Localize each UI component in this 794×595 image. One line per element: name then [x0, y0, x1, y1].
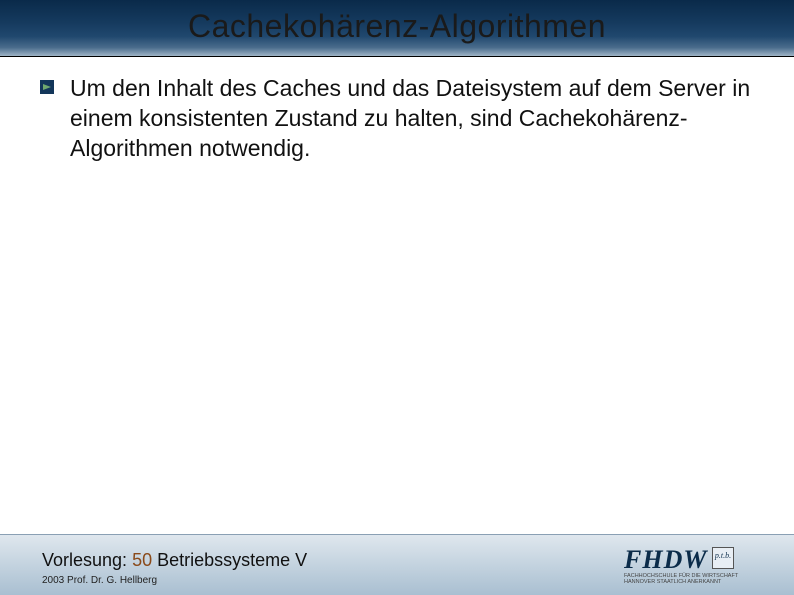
bullet-icon: [40, 80, 54, 94]
bullet-text: Um den Inhalt des Caches und das Dateisy…: [70, 74, 764, 164]
lecture-title: Betriebssysteme V: [157, 550, 307, 570]
footer-copyright: 2003 Prof. Dr. G. Hellberg: [42, 575, 157, 586]
footer-logo: FHDW p.t.b. FACHHOCHSCHULE FÜR DIE WIRTS…: [624, 543, 774, 589]
slide: Cachekohärenz-Algorithmen Um den Inhalt …: [0, 0, 794, 595]
logo-square: p.t.b.: [712, 547, 734, 569]
lecture-label: Vorlesung:: [42, 550, 127, 570]
logo-text: FHDW: [624, 545, 707, 575]
bullet-item: Um den Inhalt des Caches und das Dateisy…: [40, 74, 764, 164]
logo-subtext: FACHHOCHSCHULE FÜR DIE WIRTSCHAFT HANNOV…: [624, 573, 738, 585]
title-bar: Cachekohärenz-Algorithmen: [0, 0, 794, 57]
content-area: Um den Inhalt des Caches und das Dateisy…: [40, 74, 764, 164]
logo-sub-line2: HANNOVER STAATLICH ANERKANNT: [624, 579, 721, 585]
footer-lecture: Vorlesung: 50 Betriebssysteme V: [42, 550, 307, 571]
footer-bar: Vorlesung: 50 Betriebssysteme V 2003 Pro…: [0, 534, 794, 595]
slide-title: Cachekohärenz-Algorithmen: [0, 8, 794, 45]
slide-number: 50: [132, 550, 152, 570]
